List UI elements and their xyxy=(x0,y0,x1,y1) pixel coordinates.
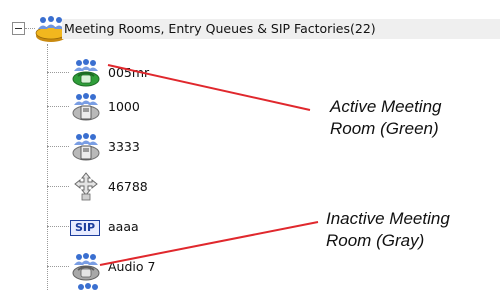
callout-line: Room (Green) xyxy=(330,119,439,138)
tree-guide-branch xyxy=(47,72,69,73)
meeting-room-active-icon xyxy=(72,59,100,87)
callout-line: Active Meeting xyxy=(330,97,442,116)
inactive-meeting-room-callout: Inactive Meeting Room (Gray) xyxy=(326,208,450,252)
tree-item-label: 1000 xyxy=(108,99,140,114)
collapse-expander-button[interactable] xyxy=(12,22,25,35)
sip-factory-icon: SIP xyxy=(70,220,100,236)
entry-queue-icon xyxy=(72,93,100,121)
tree-guide-branch xyxy=(47,226,69,227)
tree-guide-branch xyxy=(47,106,69,107)
gateway-profile-icon xyxy=(74,172,98,201)
tree-item-audio-7[interactable]: Audio 7 xyxy=(70,252,220,282)
tree-item-label: Audio 7 xyxy=(108,259,156,274)
meeting-room-partial-icon xyxy=(78,283,98,290)
callout-line: Room (Gray) xyxy=(326,231,425,250)
tree-item-label: aaaa xyxy=(108,219,139,234)
entry-queue-icon xyxy=(72,133,100,161)
active-meeting-room-callout: Active Meeting Room (Green) xyxy=(330,96,442,140)
tree-root-label[interactable]: Meeting Rooms, Entry Queues & SIP Factor… xyxy=(62,19,500,39)
tree-item-aaaa[interactable]: SIP aaaa xyxy=(70,212,220,242)
tree-item-label: 46788 xyxy=(108,179,148,194)
tree-item-46788[interactable]: 46788 xyxy=(70,172,220,202)
tree-item-label: 3333 xyxy=(108,139,140,154)
tree-guide-line xyxy=(47,44,48,290)
tree-guide-branch xyxy=(47,266,69,267)
tree-item-3333[interactable]: 3333 xyxy=(70,132,220,162)
tree-item-1000[interactable]: 1000 xyxy=(70,92,220,122)
callout-line: Inactive Meeting xyxy=(326,209,450,228)
meeting-room-inactive-icon xyxy=(72,253,100,281)
tree-guide-branch xyxy=(47,146,69,147)
tree-item-005mr[interactable]: 005mr xyxy=(70,58,220,88)
tree-item-label: 005mr xyxy=(108,65,150,80)
tree-guide-branch xyxy=(47,186,69,187)
